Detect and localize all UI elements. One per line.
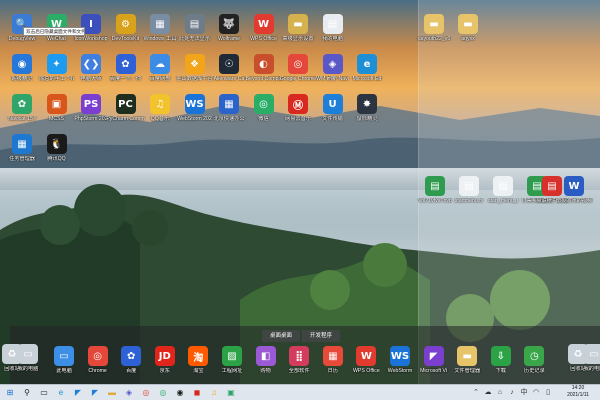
fence-file-icon[interactable]: W 南极的冰的视频 bbox=[552, 176, 596, 204]
edge-icon: e bbox=[357, 54, 377, 74]
battery-icon[interactable]: ▯ bbox=[542, 386, 554, 398]
icon-label: 历史记录 bbox=[524, 368, 545, 374]
file-explorer-icon[interactable]: ▬ bbox=[106, 386, 118, 398]
music-icon: ♫ bbox=[150, 94, 170, 114]
wps-icon: W bbox=[253, 14, 274, 34]
clock-icon: ◷ bbox=[524, 346, 545, 366]
chrome-icon[interactable]: ◎ bbox=[140, 386, 152, 398]
bag-icon: ◧ bbox=[255, 346, 276, 366]
app-icon: ◉ bbox=[12, 54, 32, 74]
dock-side-item[interactable]: ▭ 我的电脑 bbox=[572, 344, 600, 372]
navicat-icon: ✿ bbox=[12, 94, 32, 114]
netease-icon: Ⓜ bbox=[288, 94, 308, 114]
fence-tab-desktop[interactable]: 桌面桌面 bbox=[262, 330, 301, 342]
vscode-icon[interactable]: ◤ bbox=[89, 386, 101, 398]
monitor-icon: ▭ bbox=[54, 346, 74, 366]
computer-icon: ▭ bbox=[18, 344, 38, 364]
edge-icon[interactable]: e bbox=[55, 386, 67, 398]
document-icon: ▤ bbox=[322, 14, 343, 34]
windows-start-icon[interactable]: ⊞ bbox=[4, 386, 16, 398]
webstorm-icon: WS bbox=[390, 346, 410, 366]
search-icon[interactable]: ⚲ bbox=[21, 386, 33, 398]
wechat-icon[interactable]: ◎ bbox=[157, 386, 169, 398]
app-icon: ◈ bbox=[322, 54, 343, 74]
icon-label: 南极的冰的视频 bbox=[555, 198, 593, 204]
text-file-icon: ▤ bbox=[493, 176, 513, 196]
word-doc-icon: W bbox=[564, 176, 584, 196]
wolf-icon: 🐺 bbox=[219, 14, 239, 34]
fence-file-icon[interactable]: ▬ aqyxx bbox=[446, 14, 490, 42]
jd-icon: JD bbox=[154, 346, 175, 366]
input-method-icon[interactable]: 中 bbox=[518, 386, 530, 398]
taobao-icon: 淘 bbox=[188, 346, 209, 366]
icon-label: 腾讯QQ bbox=[47, 156, 66, 162]
music-icon[interactable]: ♫ bbox=[208, 386, 220, 398]
volume-icon[interactable]: ♪ bbox=[506, 386, 518, 398]
wechat-icon: ◎ bbox=[253, 94, 274, 114]
app-icon[interactable]: ◼ bbox=[191, 386, 203, 398]
cloud-icon[interactable]: ☁ bbox=[482, 386, 494, 398]
webstorm-icon: WS bbox=[184, 94, 205, 114]
baidu-icon: ✿ bbox=[115, 54, 136, 74]
mouse-icon: ✸ bbox=[357, 94, 377, 114]
icon-label: aqyxx bbox=[461, 36, 475, 42]
grid-icon: ⣿ bbox=[289, 346, 310, 366]
cloud-icon: ☁ bbox=[150, 54, 170, 74]
download-icon: ⇩ bbox=[490, 346, 511, 366]
desktop-icon[interactable]: 🐧 腾讯QQ bbox=[35, 134, 79, 162]
office-icon: ▦ bbox=[219, 94, 239, 114]
clock-date: 2021/1/11 bbox=[567, 391, 589, 398]
vscode-icon[interactable]: ◤ bbox=[72, 386, 84, 398]
chevron-up-icon[interactable]: ⌃ bbox=[470, 386, 482, 398]
dock-side-item[interactable]: ▭ 我的电脑 bbox=[6, 344, 50, 372]
task-view-icon[interactable]: ▭ bbox=[38, 386, 50, 398]
chrome-icon: ◎ bbox=[87, 346, 108, 366]
icon-label: 鼠标精灵 bbox=[356, 116, 378, 122]
desktop-icon[interactable]: ▤ 我的电脑 bbox=[311, 14, 355, 42]
app-icon[interactable]: ◈ bbox=[123, 386, 135, 398]
icon-label: 我的电脑 bbox=[583, 366, 600, 372]
calendar-icon: ▦ bbox=[322, 346, 343, 366]
folder-icon: ▬ bbox=[458, 14, 478, 34]
baidu-icon: ✿ bbox=[121, 346, 142, 366]
wps-icon: W bbox=[356, 346, 377, 366]
vs-icon: ◤ bbox=[423, 346, 444, 366]
pycharm-icon: PC bbox=[115, 94, 136, 114]
folder-icon: ▬ bbox=[288, 14, 308, 34]
computer-icon: ▭ bbox=[584, 344, 600, 364]
network-icon[interactable]: ⌂ bbox=[494, 386, 506, 398]
icon-label: 我的电脑 bbox=[17, 366, 39, 372]
spreadsheet-icon: ▤ bbox=[425, 176, 445, 196]
desktop-icon[interactable]: ✸ 鼠标精灵 bbox=[345, 94, 389, 122]
chart-icon: ▨ bbox=[222, 346, 242, 366]
qq-icon: 🐧 bbox=[46, 134, 67, 154]
icon-label: 我的电脑 bbox=[322, 36, 343, 42]
windows-tools-icon: ▦ bbox=[150, 14, 170, 34]
tools-icon: ⚙ bbox=[115, 14, 136, 34]
kingsoft-icon: ❖ bbox=[184, 54, 205, 74]
wifi-icon[interactable]: ◠ bbox=[530, 386, 542, 398]
fence-tab-dev[interactable]: 开发程序 bbox=[302, 330, 341, 342]
css-icon: ▣ bbox=[46, 94, 67, 114]
taskbar-clock[interactable]: 14:20 2021/1/11 bbox=[558, 385, 598, 398]
pycharm-icon[interactable]: ▣ bbox=[225, 386, 237, 398]
hide-icons-tooltip: 双击后已隐藏桌面文件和文件夹。 bbox=[23, 27, 85, 36]
qq-icon[interactable]: ◉ bbox=[174, 386, 186, 398]
task-manager-icon: ▦ bbox=[12, 134, 32, 154]
file-icon: ▤ bbox=[184, 14, 205, 34]
folder-icon: ▬ bbox=[457, 346, 478, 366]
bird-icon: ✦ bbox=[46, 54, 67, 74]
dock-item[interactable]: ◷ 历史记录 bbox=[512, 346, 556, 374]
desktop-icon[interactable]: e Microsoft Ed bbox=[345, 54, 389, 82]
code-icon: ❮❯ bbox=[81, 54, 101, 74]
transfer-icon: U bbox=[322, 94, 343, 114]
text-file-icon: ▤ bbox=[459, 176, 479, 196]
alien-icon: ☉ bbox=[219, 54, 239, 74]
phpstorm-icon: PS bbox=[81, 94, 101, 114]
icon-label: Microsoft Ed bbox=[352, 76, 382, 82]
chrome-icon: ◎ bbox=[288, 54, 308, 74]
compare-icon: ◐ bbox=[253, 54, 274, 74]
folder-icon: ▬ bbox=[424, 14, 444, 34]
